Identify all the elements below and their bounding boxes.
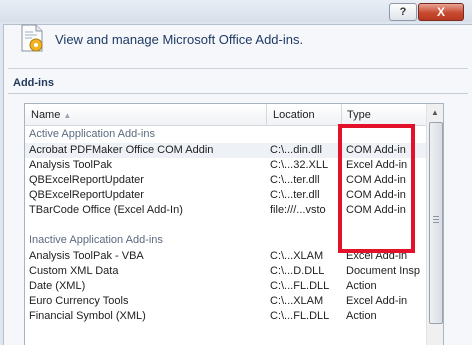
addin-name: QBExcelReportUpdater [29,174,144,186]
divider [8,93,468,94]
addin-name: Custom XML Data [29,265,119,277]
addin-location: C:\...din.dll [270,144,322,156]
scrollbar-thumb[interactable] [429,122,443,324]
divider [8,68,468,69]
group-header-active: Active Application Add-ins [29,128,155,140]
addin-type: Action [346,280,377,292]
addin-name: Analysis ToolPak [29,159,112,171]
addin-name: Acrobat PDFMaker Office COM Addin [29,144,214,156]
section-label-addins: Add-ins [13,77,54,89]
list-item[interactable]: Custom XML Data C:\...D.DLL Document Ins… [25,264,426,279]
column-header-location[interactable]: Location [273,109,315,121]
group-header-inactive: Inactive Application Add-ins [29,234,163,246]
list-item[interactable]: Euro Currency Tools C:\...XLAM Excel Add… [25,294,426,309]
addin-name: TBarCode Office (Excel Add-In) [29,204,183,216]
list-item[interactable]: Date (XML) C:\...FL.DLL Action [25,279,426,294]
addin-name: Euro Currency Tools [29,295,129,307]
type-column-highlight [338,124,415,253]
page-title: View and manage Microsoft Office Add-ins… [55,32,304,47]
addin-location: file:///...vsto [270,204,326,216]
column-header-name-label: Name [31,109,61,121]
addin-type: Action [346,310,377,322]
list-item[interactable]: Financial Symbol (XML) C:\...FL.DLL Acti… [25,309,426,324]
addin-name: Analysis ToolPak - VBA [29,250,144,262]
addin-location: C:\...D.DLL [270,265,325,277]
scroll-grip-icon [433,216,439,224]
column-divider[interactable] [266,104,267,125]
addin-type: Excel Add-in [346,295,408,307]
addin-location: C:\...XLAM [270,250,324,262]
vertical-scrollbar[interactable]: ▲ [426,104,443,345]
help-button[interactable]: ? [389,3,417,21]
addin-location: C:\...XLAM [270,295,324,307]
addin-location: C:\...FL.DLL [270,280,330,292]
column-header-name[interactable]: Name ▲ [31,109,71,121]
addin-name: Financial Symbol (XML) [29,310,146,322]
column-header-row: Name ▲ Location Type [25,104,426,126]
chevron-up-icon[interactable]: ▲ [429,108,441,118]
addin-location: C:\...ter.dll [270,174,320,186]
addin-name: Date (XML) [29,280,86,292]
title-bar: ? X [0,0,472,22]
addin-name: QBExcelReportUpdater [29,189,144,201]
addin-location: C:\...ter.dll [270,189,320,201]
close-button[interactable]: X [418,3,464,21]
addins-gear-icon [21,24,43,52]
column-divider[interactable] [341,104,342,125]
addin-location: C:\...32.XLL [270,159,329,171]
addin-type: Document Insp [346,265,420,277]
addin-location: C:\...FL.DLL [270,310,330,322]
column-header-type[interactable]: Type [347,109,371,121]
sort-ascending-icon: ▲ [63,111,72,120]
